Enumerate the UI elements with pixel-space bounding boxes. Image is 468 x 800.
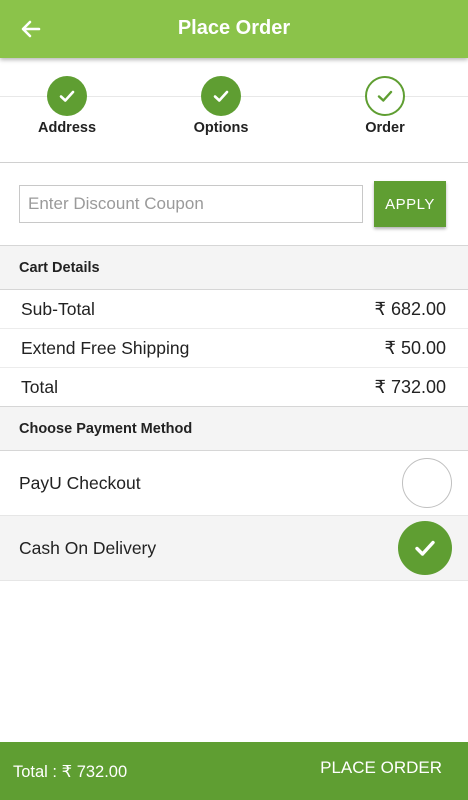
coupon-section: APPLY: [0, 163, 468, 245]
bottom-bar: Total : ₹ 732.00 PLACE ORDER: [0, 742, 468, 800]
place-order-button[interactable]: PLACE ORDER: [320, 758, 442, 778]
radio-checked-icon[interactable]: [398, 521, 452, 575]
payment-option-label: PayU Checkout: [19, 472, 141, 493]
payment-method-header: Choose Payment Method: [0, 406, 468, 451]
payment-option-payu[interactable]: PayU Checkout: [0, 451, 468, 516]
cart-row-total: Total ₹ 732.00: [0, 368, 468, 407]
coupon-input[interactable]: [19, 185, 363, 223]
step-address[interactable]: Address: [12, 76, 122, 136]
step-options[interactable]: Options: [166, 76, 276, 136]
cart-row-amount: ₹ 50.00: [384, 337, 447, 358]
step-order-label: Order: [365, 120, 405, 136]
payment-option-label: Cash On Delivery: [19, 537, 157, 558]
cart-row-shipping: Extend Free Shipping ₹ 50.00: [0, 329, 468, 368]
cart-details-header: Cart Details: [0, 245, 468, 290]
step-address-label: Address: [37, 120, 97, 136]
checkout-stepper: Address Options Order: [0, 58, 468, 163]
apply-coupon-button[interactable]: APPLY: [374, 181, 446, 227]
cart-row-amount: ₹ 732.00: [374, 377, 446, 397]
step-order[interactable]: Order: [330, 76, 440, 136]
radio-unchecked-icon[interactable]: [402, 458, 452, 508]
footer-total: Total : ₹ 732.00: [13, 763, 128, 781]
payment-option-cod[interactable]: Cash On Delivery: [0, 516, 468, 581]
step-options-check-icon: [201, 76, 241, 116]
cart-row-label: Sub-Total: [21, 298, 95, 319]
page-title: Place Order: [177, 17, 291, 39]
step-order-check-icon: [365, 76, 405, 116]
app-bar: Place Order: [0, 0, 468, 58]
cart-row-subtotal: Sub-Total ₹ 682.00: [0, 290, 468, 329]
cart-row-amount: ₹ 682.00: [374, 298, 446, 319]
cart-row-label: Extend Free Shipping: [21, 337, 190, 358]
step-options-label: Options: [193, 120, 249, 136]
cart-row-label: Total: [21, 377, 58, 397]
step-address-check-icon: [47, 76, 87, 116]
